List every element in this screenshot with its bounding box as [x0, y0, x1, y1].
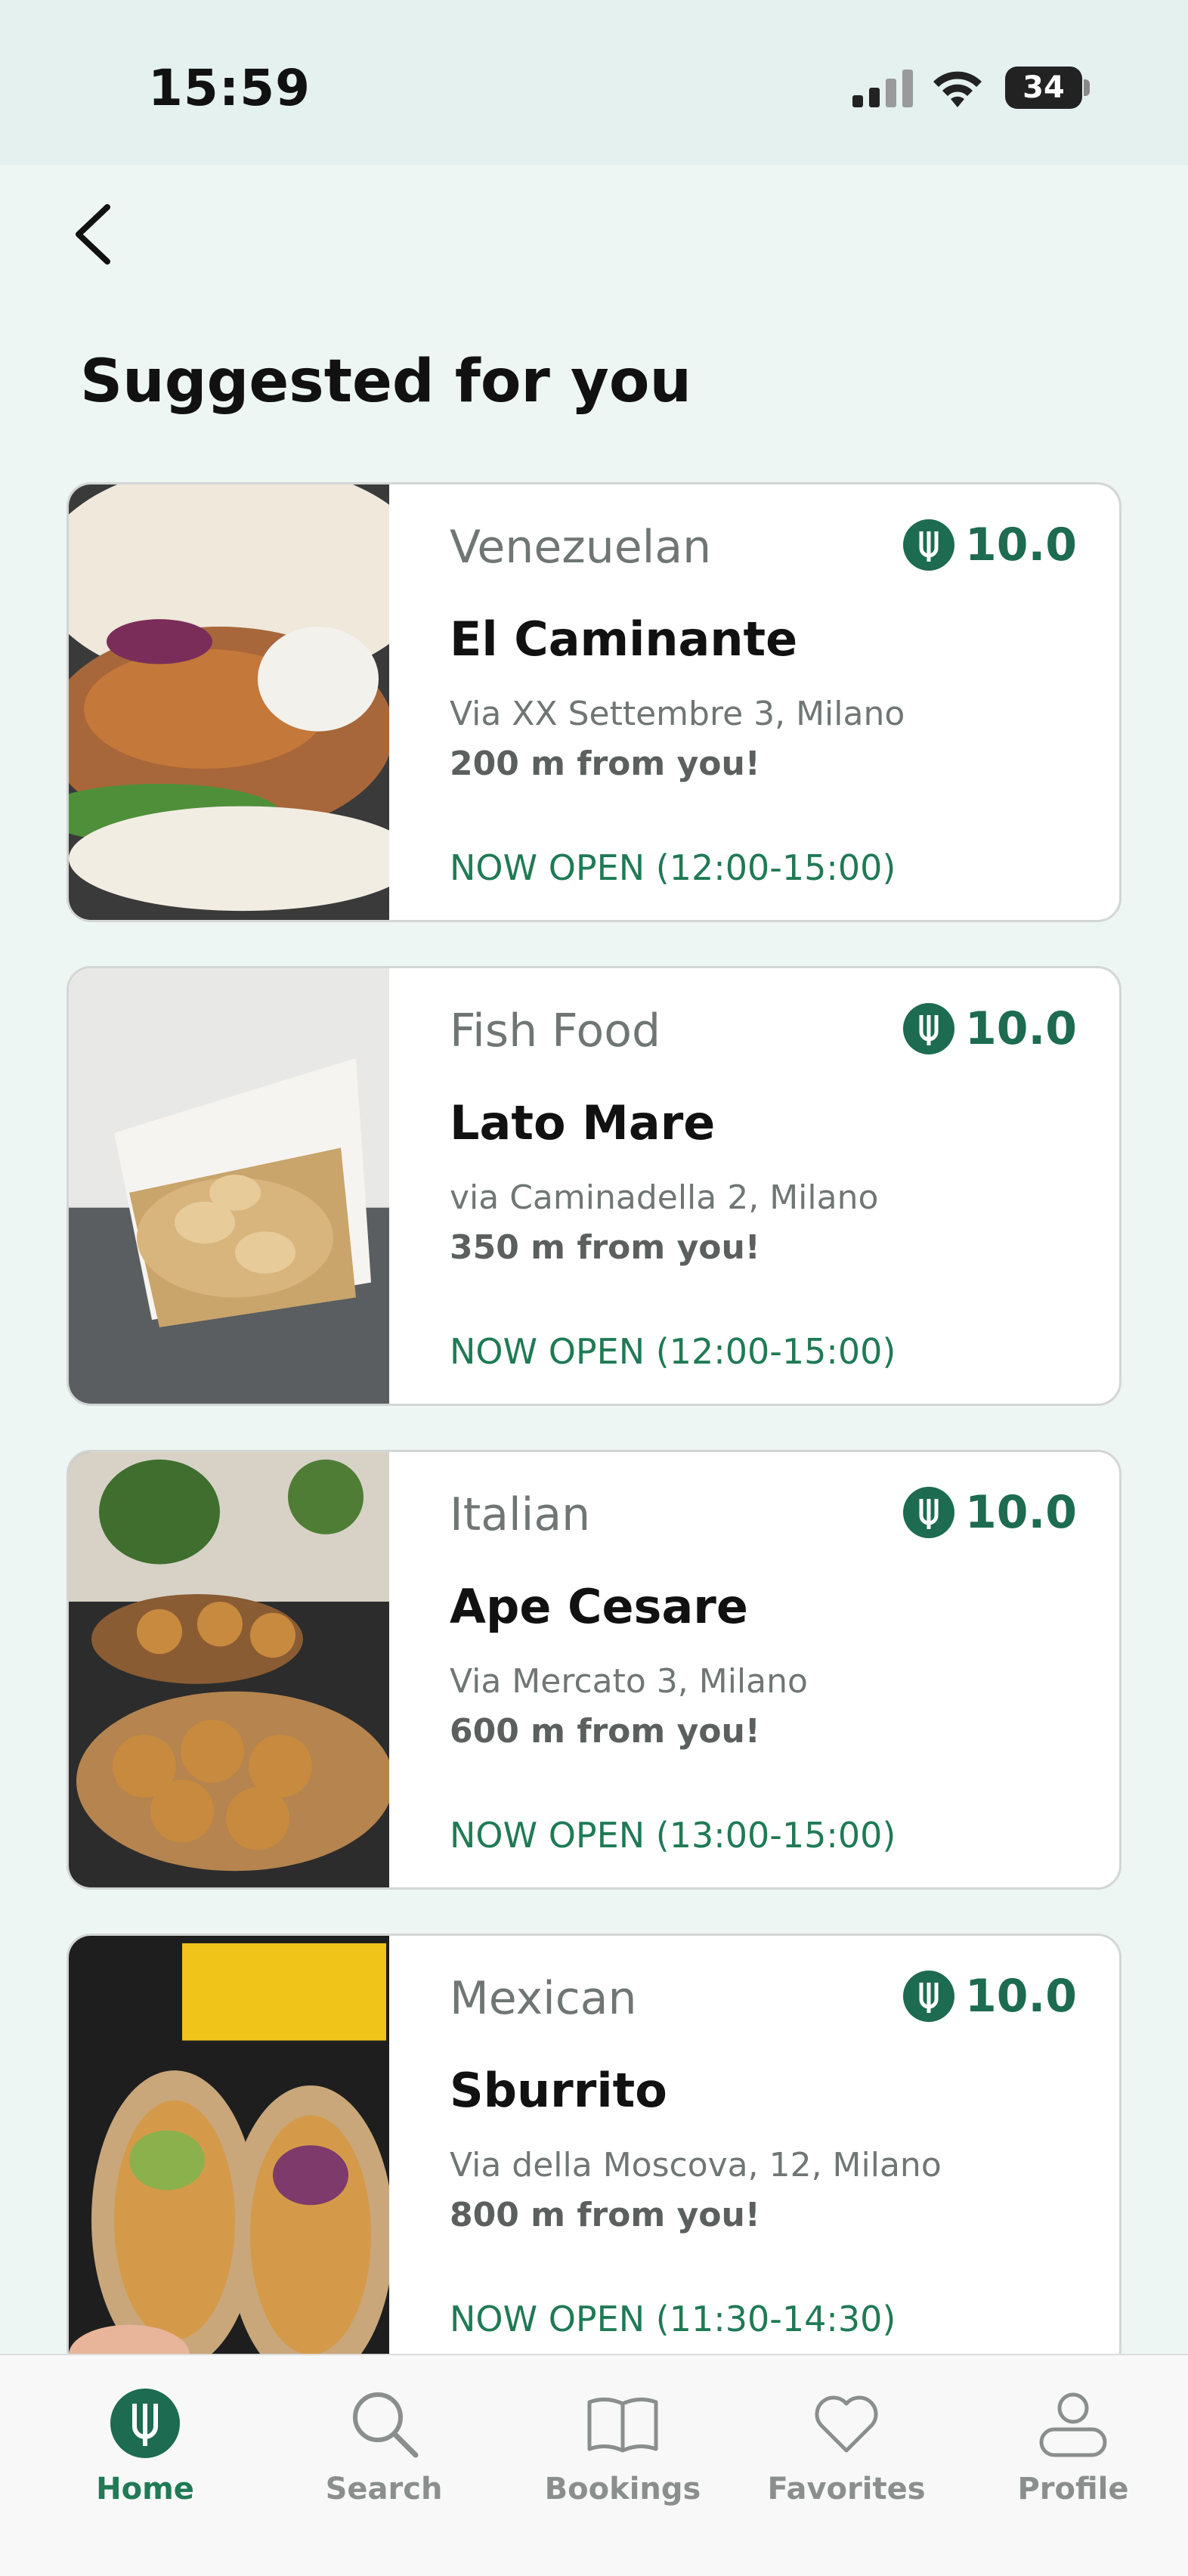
- rating-value: 10.0: [964, 1002, 1077, 1055]
- tab-label: Favorites: [767, 2472, 926, 2506]
- restaurant-distance: 600 m from you!: [450, 1712, 760, 1751]
- restaurant-card[interactable]: Mexican 10.0 Sburrito Via della Moscova,…: [67, 1934, 1121, 2373]
- tab-favorites[interactable]: Favorites: [748, 2355, 945, 2522]
- search-icon: [353, 2392, 419, 2458]
- rating-value: 10.0: [964, 519, 1077, 571]
- fork-badge-icon: [902, 1487, 954, 1538]
- restaurant-address: via Caminadella 2, Milano: [450, 1178, 879, 1217]
- tab-label: Bookings: [544, 2472, 701, 2506]
- restaurant-photo: [69, 485, 389, 920]
- open-status: NOW OPEN (11:30-14:30): [450, 2299, 896, 2339]
- rating-badge: 10.0: [902, 1002, 1077, 1056]
- tab-bookings[interactable]: Bookings: [524, 2355, 721, 2522]
- cuisine-label: Fish Food: [450, 1005, 661, 1057]
- tab-label: Profile: [1017, 2472, 1129, 2506]
- restaurant-card[interactable]: Fish Food 10.0 Lato Mare via Caminadella…: [67, 966, 1121, 1406]
- rating-badge: 10.0: [902, 518, 1077, 572]
- page-title: Suggested for you: [80, 348, 691, 416]
- fork-badge-icon: [902, 1971, 954, 2022]
- restaurant-card[interactable]: Italian 10.0 Ape Cesare Via Mercato 3, M…: [67, 1450, 1121, 1890]
- rating-value: 10.0: [964, 1970, 1077, 2023]
- rating-badge: 10.0: [902, 1485, 1077, 1540]
- book-icon: [587, 2398, 658, 2453]
- open-status: NOW OPEN (12:00-15:00): [450, 1331, 896, 1372]
- battery-cap: [1084, 79, 1090, 96]
- tab-label: Home: [96, 2472, 194, 2506]
- cuisine-label: Mexican: [450, 1972, 637, 2025]
- restaurant-distance: 350 m from you!: [450, 1228, 760, 1267]
- tab-home[interactable]: Home: [47, 2355, 243, 2522]
- restaurant-card[interactable]: Venezuelan 10.0 El Caminante Via XX Sett…: [67, 482, 1121, 922]
- restaurant-photo: [69, 1936, 389, 2371]
- status-time: 15:59: [148, 59, 311, 117]
- fork-badge-icon: [902, 519, 954, 571]
- status-bar: 15:59 34: [0, 0, 1188, 165]
- cuisine-label: Venezuelan: [450, 521, 712, 574]
- fork-badge-icon: [902, 1003, 954, 1054]
- back-button[interactable]: [65, 197, 125, 272]
- restaurant-address: Via della Moscova, 12, Milano: [450, 2146, 942, 2184]
- home-fork-icon: [110, 2389, 180, 2458]
- person-icon: [1039, 2392, 1107, 2457]
- restaurant-photo: [69, 1452, 389, 1887]
- tab-profile[interactable]: Profile: [975, 2355, 1171, 2522]
- open-status: NOW OPEN (12:00-15:00): [450, 847, 896, 888]
- restaurant-photo: [69, 968, 389, 1404]
- restaurant-name: Ape Cesare: [450, 1579, 748, 1634]
- tab-search[interactable]: Search: [286, 2355, 482, 2522]
- rating-badge: 10.0: [902, 1969, 1077, 2023]
- rating-value: 10.0: [964, 1486, 1077, 1539]
- tab-label: Search: [325, 2472, 443, 2506]
- wifi-icon: [933, 71, 982, 107]
- restaurant-distance: 800 m from you!: [450, 2196, 760, 2234]
- restaurant-distance: 200 m from you!: [450, 745, 760, 783]
- chevron-left-icon: [76, 204, 110, 265]
- bottom-tab-bar: Home Search Bookings Favorites Profile: [0, 2354, 1188, 2576]
- restaurant-name: El Caminante: [450, 611, 798, 667]
- cellular-signal-icon: [852, 70, 913, 107]
- cuisine-label: Italian: [450, 1488, 591, 1541]
- restaurant-name: Sburrito: [450, 2063, 667, 2118]
- restaurant-name: Lato Mare: [450, 1095, 716, 1150]
- open-status: NOW OPEN (13:00-15:00): [450, 1815, 896, 1856]
- battery-indicator: 34: [1005, 67, 1082, 109]
- restaurant-address: Via Mercato 3, Milano: [450, 1662, 808, 1701]
- restaurant-address: Via XX Settembre 3, Milano: [450, 695, 905, 733]
- heart-icon: [815, 2395, 878, 2453]
